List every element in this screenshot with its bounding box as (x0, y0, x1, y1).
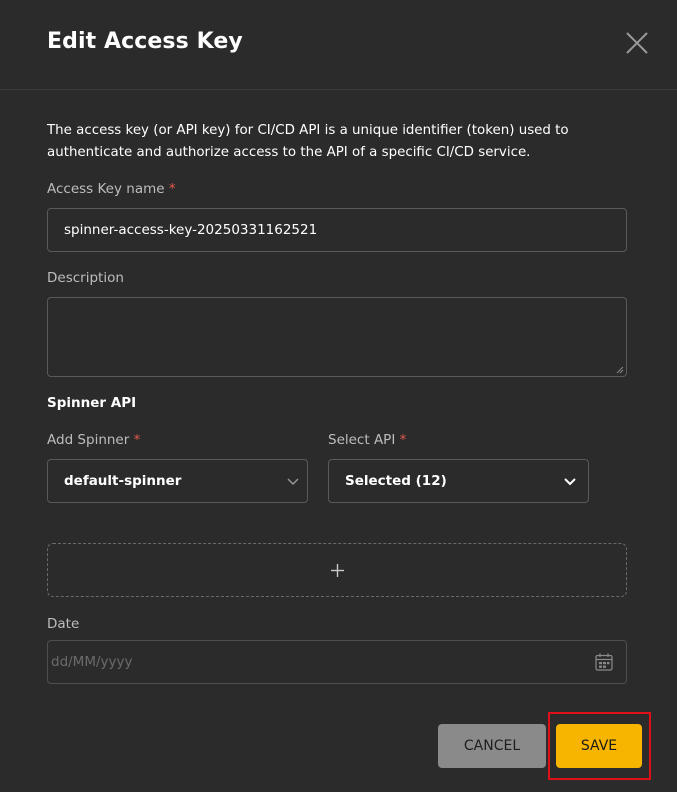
add-spinner-label: Add Spinner * (47, 432, 140, 448)
access-key-name-label-text: Access Key name (47, 181, 165, 197)
add-spinner-row-button[interactable] (47, 543, 627, 597)
access-key-name-input[interactable] (47, 208, 627, 252)
description-label: Description (47, 270, 124, 286)
add-spinner-select[interactable]: default-spinner (47, 459, 308, 503)
close-button[interactable] (622, 28, 652, 58)
required-mark: * (399, 432, 407, 448)
select-api-label-text: Select API (328, 432, 396, 448)
chevron-down-icon (287, 478, 299, 485)
spinner-api-section-title: Spinner API (47, 395, 137, 411)
required-mark: * (133, 432, 141, 448)
description-textarea[interactable] (47, 297, 627, 377)
required-mark: * (168, 181, 176, 197)
add-spinner-value: default-spinner (64, 473, 182, 489)
close-icon (626, 32, 648, 54)
edit-access-key-dialog: Edit Access Key The access key (or API k… (0, 0, 677, 792)
select-api-value: Selected (12) (345, 473, 447, 489)
plus-icon (331, 564, 344, 577)
dialog-description: The access key (or API key) for CI/CD AP… (47, 123, 569, 160)
cancel-button[interactable]: CANCEL (438, 724, 546, 768)
chevron-down-icon (564, 478, 576, 486)
resize-grip-icon[interactable] (616, 366, 624, 374)
access-key-name-label: Access Key name * (47, 181, 176, 197)
date-input[interactable]: dd/MM/yyyy (47, 640, 627, 684)
select-api-dropdown[interactable]: Selected (12) (328, 459, 589, 503)
add-spinner-label-text: Add Spinner (47, 432, 130, 448)
save-button[interactable]: SAVE (556, 724, 642, 768)
calendar-icon[interactable] (594, 652, 614, 672)
dialog-header: Edit Access Key (0, 0, 677, 90)
select-api-label: Select API * (328, 432, 406, 448)
dialog-title: Edit Access Key (47, 29, 243, 54)
date-label: Date (47, 616, 80, 632)
date-placeholder: dd/MM/yyyy (51, 654, 133, 670)
